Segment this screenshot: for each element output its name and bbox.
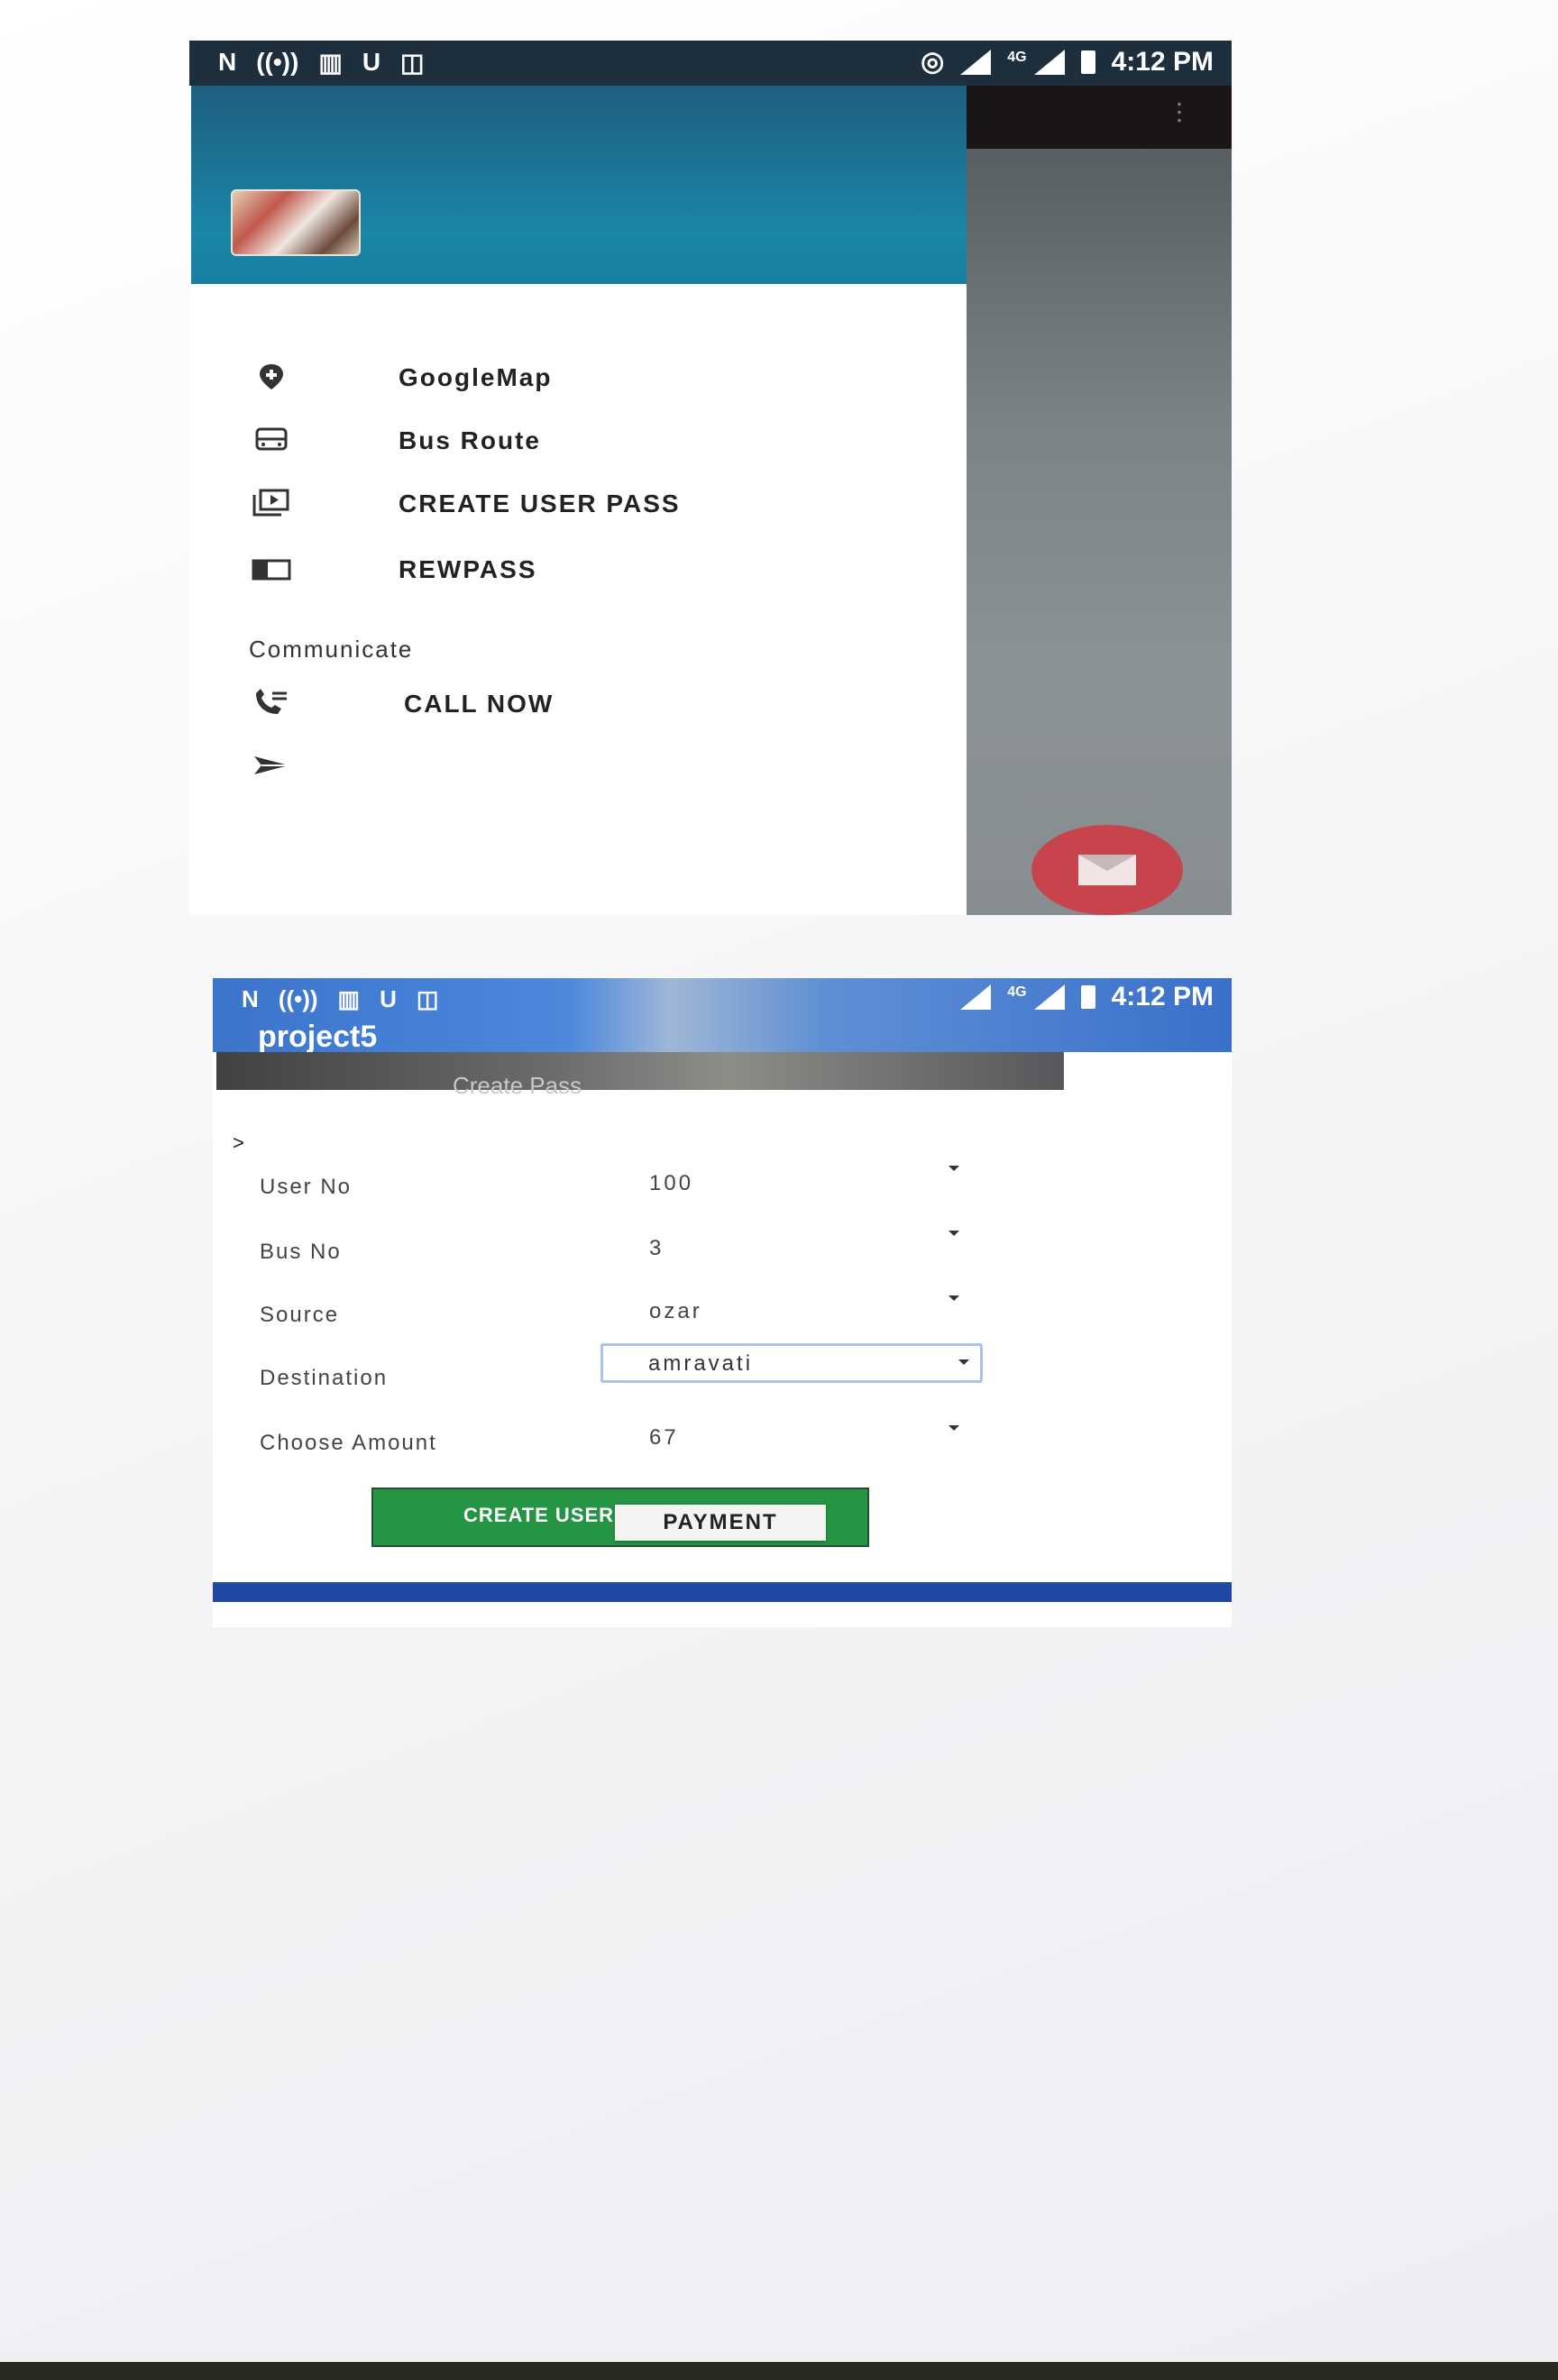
battery-icon	[1080, 50, 1095, 74]
status-right-icons: 4G 4:12 PM	[960, 982, 1214, 1012]
phone-icon	[256, 689, 287, 714]
signal-icon	[960, 984, 992, 1010]
sub-toolbar	[216, 1052, 1064, 1090]
table-edge	[0, 2362, 1558, 2380]
send-icon	[254, 756, 289, 774]
user-no-select[interactable]: 100	[649, 1171, 693, 1196]
amount-select[interactable]: 67	[649, 1425, 679, 1451]
drawer-screenshot: N ((•)) ▥ U ◫ ◎ 4G 4:12 PM GoogleMap Bus…	[189, 41, 1232, 915]
book-icon: ▥	[337, 985, 361, 1012]
gallery-icon: ◫	[416, 985, 439, 1012]
toolbar-dim: • • •	[967, 86, 1232, 149]
dropdown-arrow-icon[interactable]	[949, 1425, 959, 1431]
menu-item-label: CALL NOW	[404, 690, 554, 718]
menu-item-bus-route[interactable]: Bus Route	[191, 419, 967, 464]
n-icon: N	[218, 48, 237, 76]
bus-no-label: Bus No	[260, 1240, 342, 1264]
status-left-icons: N ((•)) ▥ U ◫	[242, 985, 438, 1013]
screen-subtitle: Create Pass	[453, 1072, 582, 1099]
menu-item-rewpass[interactable]: REWPASS	[191, 548, 967, 593]
content-scrim[interactable]: • • •	[967, 86, 1232, 915]
status-left-icons: N ((•)) ▥ U ◫	[218, 48, 425, 78]
dropdown-arrow-icon[interactable]	[949, 1295, 959, 1301]
dropdown-arrow-icon[interactable]	[949, 1231, 959, 1236]
app-title: project5	[258, 1020, 378, 1054]
status-right-icons: ◎ 4G 4:12 PM	[921, 46, 1214, 78]
chevron-right-icon: >	[233, 1131, 244, 1154]
user-no-label: User No	[260, 1175, 353, 1199]
n-icon: N	[242, 985, 259, 1012]
signal-icon	[1033, 984, 1065, 1010]
menu-item-create-user-pass[interactable]: CREATE USER PASS	[191, 482, 967, 527]
signal-icon	[1033, 49, 1065, 75]
mail-icon	[1078, 855, 1136, 885]
bus-no-select[interactable]: 3	[649, 1236, 664, 1261]
destination-label: Destination	[260, 1366, 389, 1390]
menu-item-call-now[interactable]: CALL NOW	[191, 682, 967, 728]
battery-icon	[1080, 985, 1095, 1009]
avatar[interactable]	[231, 189, 361, 256]
menu-item-send[interactable]	[191, 746, 967, 791]
bottom-bar	[213, 1582, 1232, 1602]
menu-item-label: CREATE USER PASS	[399, 490, 681, 517]
status-bar: N ((•)) ▥ U ◫ ◎ 4G 4:12 PM	[189, 41, 1232, 86]
create-pass-screenshot: N ((•)) ▥ U ◫ 4G 4:12 PM project5 Create…	[213, 978, 1232, 1627]
app-bar: N ((•)) ▥ U ◫ 4G 4:12 PM project5	[213, 978, 1232, 1054]
hotspot-icon: ((•))	[256, 48, 299, 76]
bus-icon	[255, 427, 288, 451]
u-icon: U	[362, 48, 381, 76]
place-icon	[260, 364, 283, 389]
overflow-menu-icon[interactable]: • • •	[1176, 97, 1183, 126]
dropdown-arrow-icon	[958, 1359, 969, 1365]
slideshow-icon	[252, 489, 289, 517]
section-title-communicate: Communicate	[249, 636, 414, 663]
menu-item-googlemap[interactable]: GoogleMap	[191, 356, 967, 401]
u-icon: U	[380, 985, 397, 1012]
hotspot-icon: ((•))	[278, 985, 318, 1012]
gallery-icon: ◫	[400, 49, 425, 77]
menu-item-label: Bus Route	[399, 426, 541, 454]
nfc-icon: ◎	[921, 47, 945, 77]
network-type: 4G	[1007, 984, 1027, 1000]
pass-icon	[252, 559, 291, 581]
status-time: 4:12 PM	[1111, 46, 1214, 77]
destination-value: amravati	[648, 1351, 754, 1376]
destination-select[interactable]: amravati	[600, 1343, 983, 1383]
network-type: 4G	[1007, 49, 1027, 65]
choose-amount-label: Choose Amount	[260, 1431, 437, 1455]
source-label: Source	[260, 1303, 340, 1327]
mail-fab-button[interactable]	[1031, 825, 1183, 915]
book-icon: ▥	[318, 49, 343, 77]
status-time: 4:12 PM	[1111, 982, 1214, 1012]
menu-item-label: REWPASS	[399, 555, 537, 583]
payment-button[interactable]: PAYMENT	[615, 1505, 826, 1541]
menu-item-label: GoogleMap	[399, 363, 553, 391]
source-select[interactable]: ozar	[649, 1299, 702, 1324]
signal-icon	[960, 49, 992, 75]
navigation-drawer: GoogleMap Bus Route CREATE USER PASS REW…	[191, 284, 967, 915]
dropdown-arrow-icon[interactable]	[949, 1166, 959, 1171]
